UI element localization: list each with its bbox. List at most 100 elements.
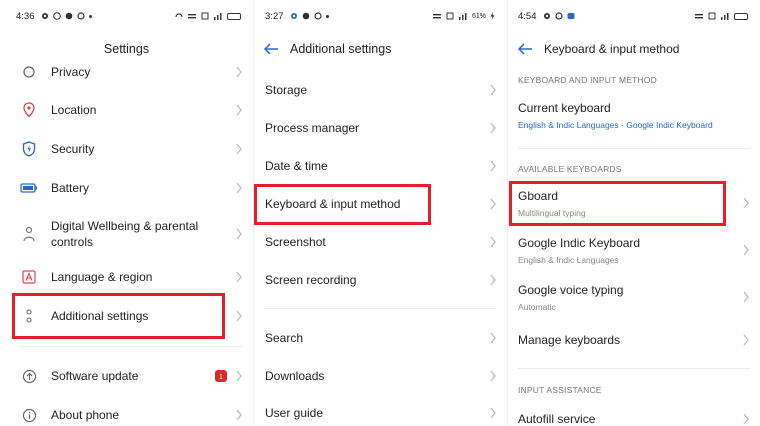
keyboard-item-block: Google Indic Keyboard English & Indic La… xyxy=(518,235,640,266)
title-bar: Keyboard & input method xyxy=(508,32,760,66)
back-arrow-icon[interactable] xyxy=(262,42,280,56)
language-icon xyxy=(20,268,38,286)
settings-screen: 4:36 Settings Privacy Location Security … xyxy=(0,0,253,426)
gear-icon xyxy=(290,13,297,19)
chevron-right-icon xyxy=(490,236,496,248)
keyboard-item-google-indic[interactable]: Google Indic Keyboard English & Indic La… xyxy=(508,233,760,267)
vpn-icon xyxy=(302,12,309,20)
menu-item-downloads[interactable]: Downloads xyxy=(254,366,507,386)
menu-item-search[interactable]: Search xyxy=(254,328,507,348)
status-right xyxy=(694,12,748,20)
whatsapp-icon xyxy=(52,12,61,20)
menu-item-label: User guide xyxy=(265,406,324,420)
page-title: Additional settings xyxy=(290,42,392,56)
menu-item-process-manager[interactable]: Process manager xyxy=(254,118,507,138)
settings-item-label: Location xyxy=(51,103,97,117)
location-pin-icon xyxy=(20,101,38,119)
back-arrow-icon[interactable] xyxy=(516,42,534,56)
autofill-service-item[interactable]: Autofill service xyxy=(508,409,760,426)
more-notifications-icon xyxy=(88,14,92,18)
status-time: 4:36 xyxy=(16,10,35,22)
keyboard-item-manage-keyboards[interactable]: Manage keyboards xyxy=(508,330,760,350)
settings-item-label: About phone xyxy=(51,408,120,422)
info-icon xyxy=(20,406,38,424)
status-right: 61% xyxy=(432,12,495,20)
status-icons xyxy=(543,12,575,20)
battery-icon xyxy=(20,179,38,197)
menu-item-label: Storage xyxy=(265,83,308,97)
chevron-right-icon xyxy=(490,407,496,419)
alarm-icon xyxy=(708,12,716,20)
settings-item-language-region[interactable]: Language & region xyxy=(0,267,253,287)
alarm-icon xyxy=(201,12,209,20)
current-keyboard-block: Current keyboard English & Indic Languag… xyxy=(518,100,713,131)
settings-item-digital-wellbeing[interactable]: Digital Wellbeing & parental controls xyxy=(0,216,253,252)
headset-icon xyxy=(175,13,183,18)
status-time: 4:54 xyxy=(518,10,537,22)
chevron-right-icon xyxy=(743,197,749,209)
status-icons xyxy=(41,12,92,20)
battery-status-icon xyxy=(734,12,748,20)
section-header: INPUT ASSISTANCE xyxy=(518,385,602,395)
highlight-box xyxy=(254,184,431,225)
menu-item-user-guide[interactable]: User guide xyxy=(254,403,507,423)
chevron-right-icon xyxy=(743,244,749,256)
keyboard-input-screen: 4:54 Keyboard & input method KEYBOARD AN… xyxy=(508,0,760,426)
chevron-right-icon xyxy=(743,334,749,346)
settings-item-privacy[interactable]: Privacy xyxy=(0,62,253,82)
settings-item-label: Security xyxy=(51,142,95,156)
menu-item-label: Process manager xyxy=(265,121,360,135)
menu-item-label: Screen recording xyxy=(265,273,357,287)
chevron-right-icon xyxy=(490,122,496,134)
update-icon xyxy=(20,367,38,385)
status-bar: 4:54 xyxy=(508,0,760,32)
settings-item-label: Software update xyxy=(51,369,139,383)
update-count-badge: 1 xyxy=(215,370,227,382)
menu-item-date-time[interactable]: Date & time xyxy=(254,156,507,176)
shield-icon xyxy=(20,140,38,158)
keyboard-item-block: Google voice typing Automatic xyxy=(518,282,623,313)
settings-item-about-phone[interactable]: About phone xyxy=(0,405,253,425)
menu-item-screen-recording[interactable]: Screen recording xyxy=(254,270,507,290)
signal-icon xyxy=(458,13,467,20)
status-bar: 3:27 61% xyxy=(254,0,507,32)
battery-status-icon xyxy=(227,12,241,20)
status-time: 3:27 xyxy=(265,10,284,22)
status-right xyxy=(175,12,241,20)
menu-item-storage[interactable]: Storage xyxy=(254,80,507,100)
chevron-right-icon xyxy=(490,274,496,286)
page-title: Keyboard & input method xyxy=(544,42,680,56)
section-header: AVAILABLE KEYBOARDS xyxy=(518,164,622,174)
chevron-right-icon xyxy=(490,198,496,210)
alarm-icon xyxy=(446,12,454,20)
chevron-right-icon xyxy=(236,370,242,382)
settings-item-location[interactable]: Location xyxy=(0,100,253,120)
signal-icon xyxy=(214,13,222,20)
chevron-right-icon xyxy=(490,332,496,344)
settings-item-label: Privacy xyxy=(51,65,91,79)
settings-item-software-update[interactable]: Software update 1 xyxy=(0,366,253,386)
settings-item-label: Battery xyxy=(51,181,90,195)
settings-item-security[interactable]: Security xyxy=(0,139,253,159)
menu-item-label: Date & time xyxy=(265,159,328,173)
settings-item-label: Digital Wellbeing & parental controls xyxy=(51,219,199,249)
menu-item-screenshot[interactable]: Screenshot xyxy=(254,232,507,252)
current-keyboard-item[interactable]: Current keyboard English & Indic Languag… xyxy=(508,98,760,132)
settings-item-battery[interactable]: Battery xyxy=(0,178,253,198)
chevron-right-icon xyxy=(236,66,242,78)
messages-icon xyxy=(567,13,574,19)
keyboard-item-label: Google Indic Keyboard xyxy=(518,236,641,250)
battery-percent: 61% xyxy=(471,12,486,20)
chevron-right-icon xyxy=(236,228,242,240)
additional-settings-screen: 3:27 61% Additional settings Storage Pro… xyxy=(254,0,507,426)
data-speed-icon xyxy=(188,14,196,19)
current-keyboard-label: Current keyboard xyxy=(518,101,611,115)
menu-item-label: Search xyxy=(265,331,304,345)
more-notifications-icon xyxy=(325,14,329,18)
signal-icon xyxy=(721,13,729,20)
keyboard-item-voice-typing[interactable]: Google voice typing Automatic xyxy=(508,280,760,314)
chevron-right-icon xyxy=(236,271,242,283)
chevron-right-icon xyxy=(743,291,749,303)
keyboard-item-label: Google voice typing xyxy=(518,283,624,297)
chevron-right-icon xyxy=(490,370,496,382)
